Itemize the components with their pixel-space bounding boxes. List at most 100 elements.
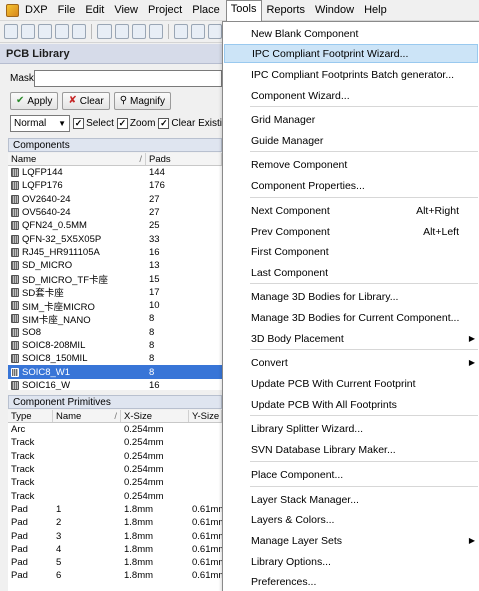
primitives-list[interactable]: Arc 0.254mm Track 0.254mm Track 0.254mm Track 0… [8, 423, 222, 591]
print-icon[interactable] [55, 24, 70, 39]
menu-item-layers-colors[interactable]: Layers & Colors... [223, 510, 479, 529]
primitive-row[interactable]: Track 0.254mm [8, 489, 222, 502]
primitive-row[interactable]: Track 0.254mm [8, 463, 222, 476]
primitive-row[interactable]: Pad 6 1.8mm 0.61mm [8, 569, 222, 582]
menu-item-svn-database-library-maker[interactable]: SVN Database Library Maker... [223, 440, 479, 459]
print-preview-icon[interactable] [72, 24, 87, 39]
component-row[interactable]: SD_MICRO_TF卡座 15 [8, 272, 222, 286]
apply-button[interactable]: ✔ Apply [10, 92, 59, 110]
component-row[interactable]: SOIC16_W 16 [8, 379, 222, 390]
menu-item-remove-component[interactable]: Remove Component [223, 155, 479, 174]
component-row[interactable]: SO8 8 [8, 326, 222, 339]
primitive-row[interactable]: Arc 0.254mm [8, 423, 222, 436]
menu-item-guide-manager[interactable]: Guide Manager [223, 131, 479, 150]
magnify-button[interactable]: ⚲ Magnify [113, 92, 172, 110]
primitive-row[interactable]: Pad 1 1.8mm 0.61mm [8, 503, 222, 516]
components-list[interactable]: LQFP144 144 LQFP176 176 OV2640-24 27 OV5640-24… [8, 166, 222, 390]
paste-icon[interactable] [148, 24, 163, 39]
menu-item-new-blank-component[interactable]: New Blank Component [223, 24, 479, 43]
menu-dxp[interactable]: DXP [21, 1, 54, 19]
menu-item-prev-component[interactable]: Prev Component Alt+Left [223, 222, 479, 241]
primitive-row[interactable]: Track 0.254mm [8, 436, 222, 449]
menu-item-first-component[interactable]: First Component [223, 242, 479, 261]
primitive-row[interactable]: Pad 5 1.8mm 0.61mm [8, 556, 222, 569]
open-project-icon[interactable] [131, 24, 146, 39]
component-name-cell: OV2640-24 [8, 194, 146, 205]
zoom-in-icon[interactable] [173, 24, 188, 39]
select-checkbox[interactable]: ✓ Select [73, 118, 114, 129]
filter-mode-select[interactable]: Normal ▼ [10, 115, 71, 132]
open-folder-icon[interactable] [21, 24, 36, 39]
primitive-name: 6 [56, 570, 62, 582]
menu-item-layer-stack-manager[interactable]: Layer Stack Manager... [223, 490, 479, 509]
menu-item-place-component[interactable]: Place Component... [223, 465, 479, 484]
menu-item-convert[interactable]: Convert ▶ [223, 353, 479, 372]
primitive-row[interactable]: Pad 3 1.8mm 0.61mm [8, 529, 222, 542]
3d-view-icon[interactable] [97, 24, 112, 39]
menu-item-library-splitter-wizard[interactable]: Library Splitter Wizard... [223, 419, 479, 438]
menu-item-preferences[interactable]: Preferences... [223, 572, 479, 591]
component-row[interactable]: SOIC8_150MIL 8 [8, 352, 222, 365]
magnifier-icon: ⚲ [119, 95, 128, 106]
mask-input[interactable] [33, 69, 222, 87]
component-row[interactable]: QFN24_0.5MM 25 [8, 219, 222, 232]
menu-edit[interactable]: Edit [81, 1, 110, 19]
component-row[interactable]: SOIC8-208MIL 8 [8, 339, 222, 352]
zoom-out-icon[interactable] [190, 24, 205, 39]
component-row[interactable]: RJ45_HR911105A 16 [8, 246, 222, 259]
primitive-row[interactable]: Pad 4 1.8mm 0.61mm [8, 543, 222, 556]
menu-item-ipc-compliant-footprints-batch-generator[interactable]: IPC Compliant Footprints Batch generator… [223, 65, 479, 84]
x-size-column-header[interactable]: X-Size [121, 410, 189, 422]
menu-item-component-wizard[interactable]: Component Wizard... [223, 86, 479, 105]
clear-existing-checkbox[interactable]: ✓ Clear Existi [158, 118, 222, 129]
component-row[interactable]: QFN-32_5X5X05P 33 [8, 232, 222, 245]
component-row[interactable]: SOIC8_W1 8 [8, 365, 222, 379]
menu-project[interactable]: Project [144, 1, 188, 19]
library-icon[interactable] [114, 24, 129, 39]
menu-place[interactable]: Place [188, 1, 226, 19]
menu-reports[interactable]: Reports [262, 1, 311, 19]
type-column-header[interactable]: Type [8, 410, 53, 422]
component-row[interactable]: SD_MICRO 13 [8, 259, 222, 272]
zoom-fit-icon[interactable] [207, 24, 222, 39]
component-row[interactable]: LQFP176 176 [8, 179, 222, 192]
menu-item-library-options[interactable]: Library Options... [223, 552, 479, 571]
save-icon[interactable] [38, 24, 53, 39]
menu-item-update-pcb-with-all-footprints[interactable]: Update PCB With All Footprints [223, 395, 479, 414]
menu-tools[interactable]: Tools [225, 0, 263, 21]
component-row[interactable]: SIM_卡座MICRO 10 [8, 299, 222, 313]
component-row[interactable]: OV5640-24 27 [8, 206, 222, 219]
menu-item-last-component[interactable]: Last Component [223, 263, 479, 282]
menu-item-update-pcb-with-current-footprint[interactable]: Update PCB With Current Footprint [223, 374, 479, 393]
component-row[interactable]: LQFP144 144 [8, 166, 222, 179]
menu-item-manage-layer-sets[interactable]: Manage Layer Sets ▶ [223, 531, 479, 550]
new-file-icon[interactable] [4, 24, 19, 39]
name-column-header[interactable]: Name / [8, 153, 146, 165]
dxp-logo-icon[interactable] [6, 3, 19, 17]
menu-view[interactable]: View [110, 1, 144, 19]
name-column-header[interactable]: Name / [53, 410, 121, 422]
primitive-row[interactable]: Track 0.254mm [8, 476, 222, 489]
menu-item-ipc-compliant-footprint-wizard[interactable]: IPC Compliant Footprint Wizard... [224, 44, 478, 63]
menu-help[interactable]: Help [360, 1, 393, 19]
menu-item-manage-3d-bodies-for-current-component[interactable]: Manage 3D Bodies for Current Component..… [223, 308, 479, 327]
primitive-type: Pad [11, 503, 28, 515]
pads-column-header[interactable]: Pads [146, 153, 222, 165]
primitive-row[interactable]: Track 0.254mm [8, 450, 222, 463]
component-row[interactable]: SD套卡座 17 [8, 286, 222, 299]
menu-item-3d-body-placement[interactable]: 3D Body Placement ▶ [223, 329, 479, 348]
component-row[interactable]: OV2640-24 27 [8, 193, 222, 206]
menu-item-grid-manager[interactable]: Grid Manager [223, 110, 479, 129]
menu-window[interactable]: Window [311, 1, 360, 19]
component-name-cell: SIM_卡座MICRO [8, 299, 146, 313]
menu-item-next-component[interactable]: Next Component Alt+Right [223, 201, 479, 220]
primitive-row[interactable]: Pad 2 1.8mm 0.61mm [8, 516, 222, 529]
menu-file[interactable]: File [54, 1, 82, 19]
menu-separator [250, 415, 478, 416]
y-size-column-header[interactable]: Y-Size [189, 410, 222, 422]
menu-item-component-properties[interactable]: Component Properties... [223, 176, 479, 195]
zoom-checkbox[interactable]: ✓ Zoom [116, 118, 155, 129]
component-row[interactable]: SIM卡座_NANO 8 [8, 312, 222, 326]
menu-item-manage-3d-bodies-for-library[interactable]: Manage 3D Bodies for Library... [223, 287, 479, 306]
clear-button[interactable]: ✘ Clear [62, 92, 110, 110]
